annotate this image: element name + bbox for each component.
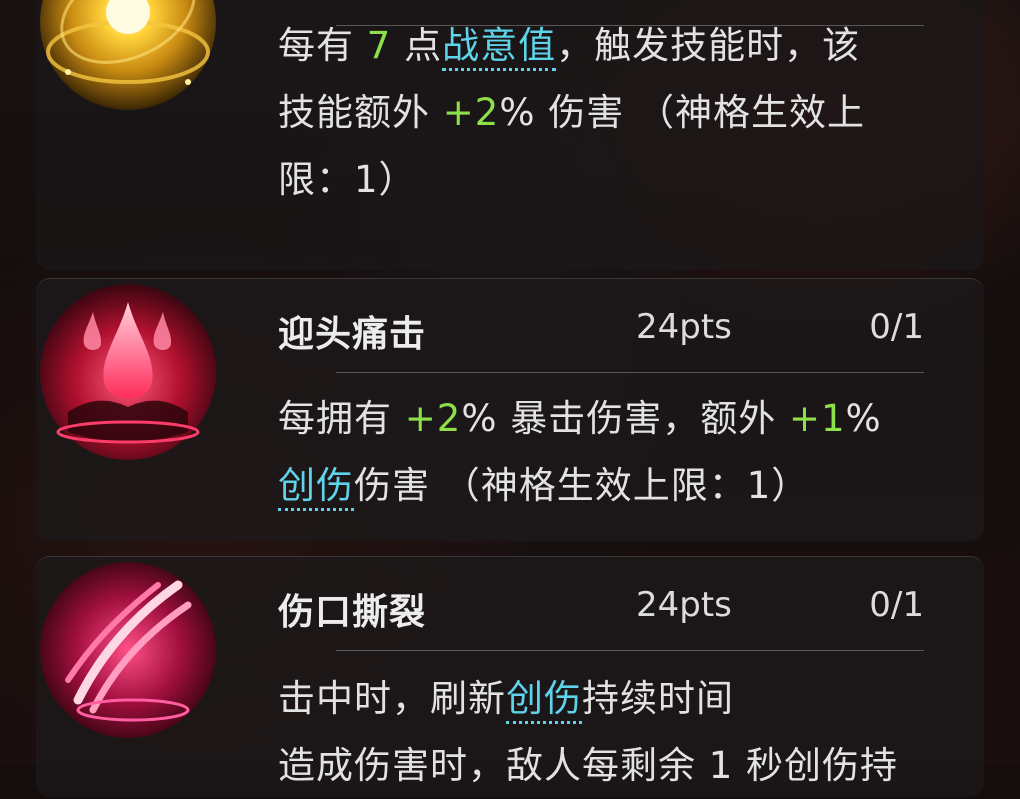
talent-points: 24pts (636, 307, 732, 347)
desc-text: % 暴击伤害，额外 (461, 397, 789, 440)
talent-name: 迎头痛击 (278, 314, 427, 355)
desc-line-2: 技能额外 +2% 伤害 （神格生效上 (278, 79, 968, 146)
talent-level-count: 0/1 (869, 307, 924, 347)
desc-text: 击中时，刷新 (278, 677, 506, 720)
desc-line-3: 限：1） (278, 158, 417, 201)
keyword-link-zhanyizhi[interactable]: 战意值 (442, 24, 557, 71)
card-divider (336, 650, 924, 651)
desc-text: 每有 (278, 24, 367, 67)
talent-points: 24pts (636, 585, 732, 625)
value-highlight: +2 (442, 91, 500, 134)
desc-text: 伤害 （神格生效上限：1） (354, 464, 810, 507)
desc-text: % (845, 397, 882, 440)
talent-description: 每拥有 +2% 暴击伤害，额外 +1% 创伤伤害 （神格生效上限：1） (278, 385, 968, 519)
desc-line-1: 每拥有 +2% 暴击伤害，额外 +1% (278, 385, 968, 452)
desc-line-2: 造成伤害时，敌人每剩余 1 秒创伤持 (278, 744, 899, 787)
crimson-droplet-icon (38, 282, 218, 462)
talent-level-count: 0/1 (869, 585, 924, 625)
desc-line-1: 击中时，刷新创伤持续时间 (278, 665, 968, 732)
desc-text: 点 (391, 24, 443, 67)
golden-orb-icon (38, 0, 218, 112)
talent-name: 伤口撕裂 (278, 592, 427, 633)
card-divider (336, 372, 924, 373)
value-highlight: 7 (366, 24, 392, 67)
desc-line-1: 每有 7 点战意值，触发技能时，该 (278, 12, 968, 79)
desc-text: 技能额外 (278, 91, 443, 134)
keyword-link-chuangshang[interactable]: 创伤 (506, 677, 582, 724)
desc-text: 持续时间 (582, 677, 734, 720)
crimson-claw-icon (38, 560, 218, 740)
value-highlight: +1 (789, 397, 846, 440)
desc-text: % 伤害 （神格生效上 (499, 91, 865, 134)
desc-line-2: 创伤伤害 （神格生效上限：1） (278, 452, 968, 519)
desc-text: 每拥有 (278, 397, 405, 440)
talent-description: 每有 7 点战意值，触发技能时，该 技能额外 +2% 伤害 （神格生效上 限：1… (278, 12, 968, 213)
value-highlight: +2 (404, 397, 462, 440)
keyword-link-chuangshang[interactable]: 创伤 (278, 464, 354, 511)
talent-description: 击中时，刷新创伤持续时间 造成伤害时，敌人每剩余 1 秒创伤持 (278, 665, 968, 799)
desc-text: ，触发技能时，该 (556, 24, 861, 67)
